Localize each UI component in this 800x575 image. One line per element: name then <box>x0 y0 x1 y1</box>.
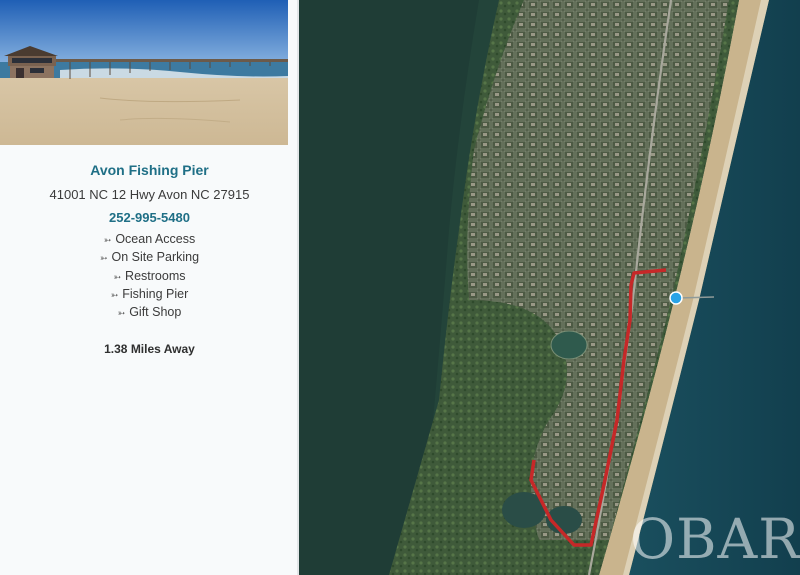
amenity-item: ➳ Ocean Access <box>0 230 299 248</box>
amenity-item: ➳ Restrooms <box>0 267 299 285</box>
amenity-list: ➳ Ocean Access ➳ On Site Parking ➳ Restroom… <box>0 230 299 321</box>
arrow-right-icon: ➳ <box>99 253 108 264</box>
distance-label: 1.38 Miles Away <box>104 342 195 357</box>
arrow-right-icon: ➳ <box>113 271 122 282</box>
destination-marker[interactable] <box>669 291 683 305</box>
amenity-label: Fishing Pier <box>122 286 189 301</box>
arrow-right-icon: ➳ <box>103 235 112 245</box>
arrow-right-icon: ➳ <box>110 289 119 300</box>
arrow-right-icon: ➳ <box>117 308 126 319</box>
listing-info: Avon Fishing Pier 41001 NC 12 Hwy Avon N… <box>0 162 299 356</box>
listing-title[interactable]: Avon Fishing Pier <box>0 162 299 178</box>
amenity-label: On Site Parking <box>111 250 200 265</box>
listing-panel: Avon Fishing Pier 41001 NC 12 Hwy Avon N… <box>0 0 299 575</box>
listing-address: 41001 NC 12 Hwy Avon NC 27915 <box>49 187 250 202</box>
amenity-label: Ocean Access <box>115 232 196 246</box>
amenity-item: ➳ Gift Shop <box>0 303 299 321</box>
watermark-text: OBAR <box>630 507 800 571</box>
amenity-item: ➳ On Site Parking <box>0 248 299 266</box>
satellite-map[interactable] <box>299 0 800 575</box>
pier-photo <box>0 0 288 145</box>
listing-phone[interactable]: 252-995-5480 <box>0 210 299 225</box>
amenity-label: Restrooms <box>125 268 186 283</box>
amenity-item: ➳ Fishing Pier <box>0 285 299 303</box>
amenity-label: Gift Shop <box>129 305 182 320</box>
